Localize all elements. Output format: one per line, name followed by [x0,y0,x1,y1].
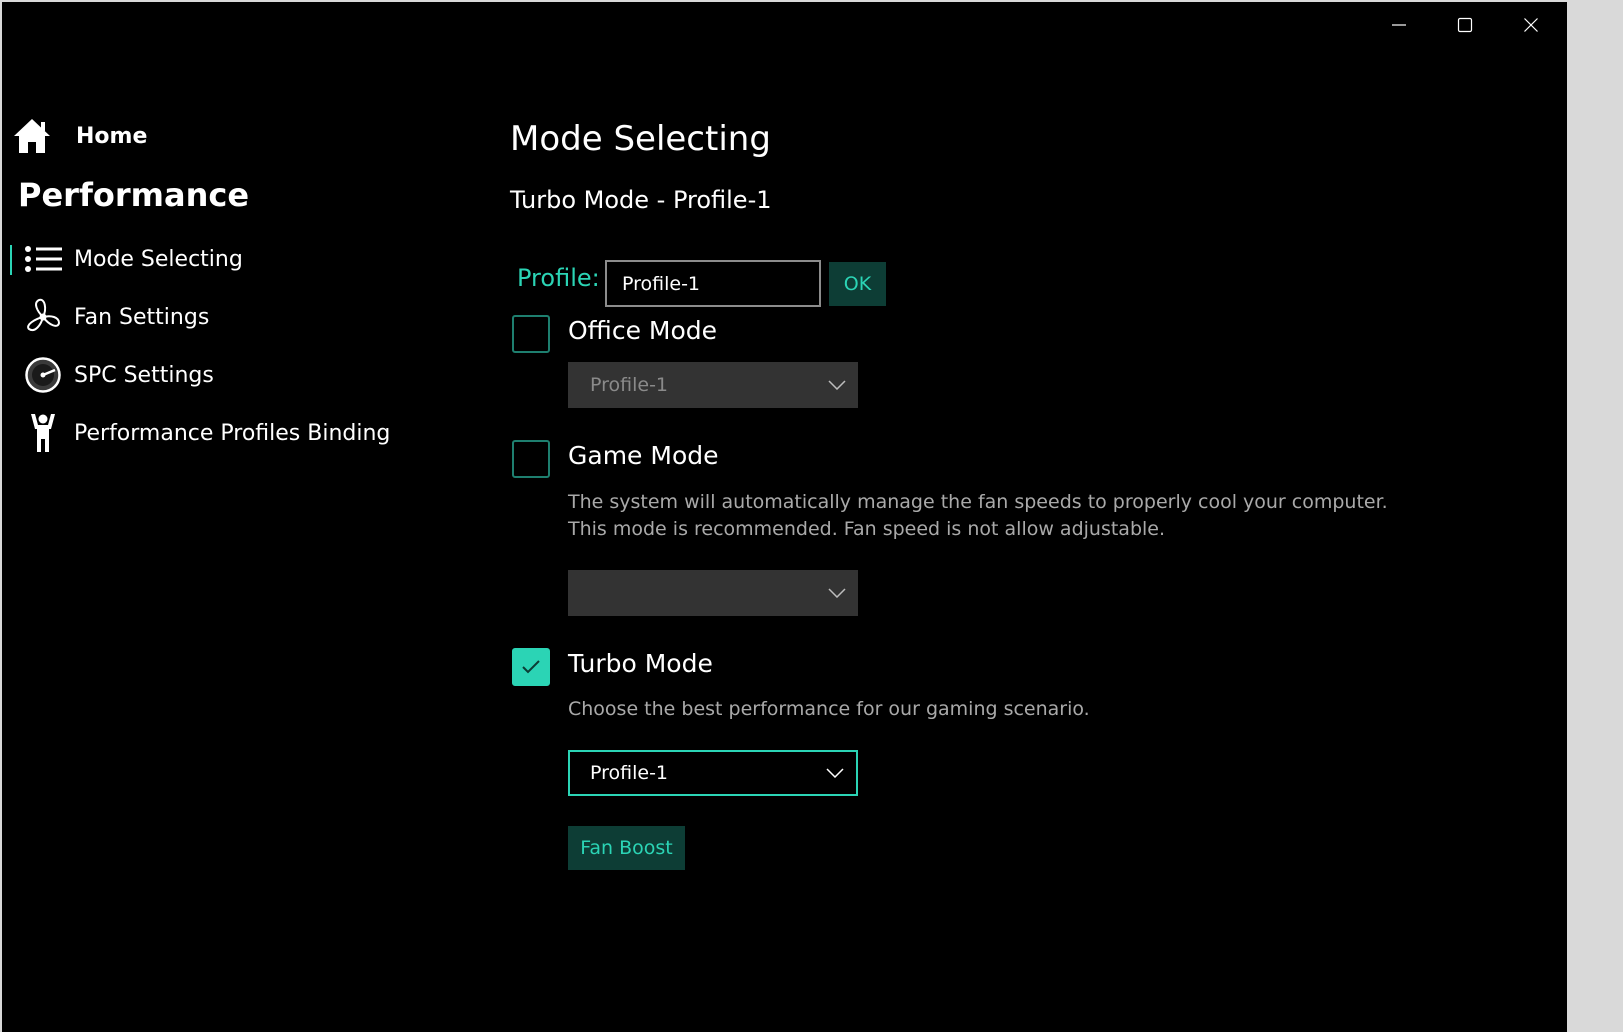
person-icon [31,414,55,452]
maximize-button[interactable] [1432,2,1498,48]
nav-home[interactable]: Home [12,116,147,156]
turbo-mode-profile-dropdown[interactable]: Profile-1 [568,750,858,796]
turbo-mode-checkbox[interactable] [512,648,550,686]
chevron-down-icon [828,588,846,598]
minimize-icon [1392,24,1406,26]
page-title: Mode Selecting [510,119,771,159]
current-mode-subtitle: Turbo Mode - Profile-1 [510,186,772,214]
home-label: Home [76,123,148,149]
home-icon [14,119,50,153]
minimize-button[interactable] [1366,2,1432,48]
profile-name-input[interactable] [605,260,821,307]
app-window: Home Performance Mode Selecting Fan Sett… [2,2,1567,1032]
game-mode-profile-dropdown[interactable] [568,570,858,616]
sidebar-item-performance-profiles-binding[interactable]: Performance Profiles Binding [10,411,430,455]
chevron-down-icon [826,768,844,778]
maximize-icon [1457,17,1473,33]
sidebar-item-label: SPC Settings [74,362,214,388]
fan-boost-button[interactable]: Fan Boost [568,826,685,870]
sidebar-item-mode-selecting[interactable]: Mode Selecting [10,237,430,281]
profile-label: Profile: [517,264,600,292]
checkmark-icon [522,660,540,674]
dropdown-value: Profile-1 [590,374,669,396]
sidebar-item-label: Mode Selecting [74,246,243,272]
close-icon [1524,18,1538,32]
gauge-icon [25,357,61,393]
ok-button[interactable]: OK [829,262,886,306]
game-mode-label: Game Mode [568,441,719,470]
sidebar-item-spc-settings[interactable]: SPC Settings [10,353,430,397]
list-icon [25,246,62,272]
game-mode-checkbox[interactable] [512,440,550,478]
sidebar-item-label: Fan Settings [74,304,210,330]
selection-indicator [10,245,12,275]
office-mode-profile-dropdown[interactable]: Profile-1 [568,362,858,408]
sidebar-item-fan-settings[interactable]: Fan Settings [10,295,430,339]
chevron-down-icon [828,380,846,390]
fan-icon [27,298,61,331]
section-title: Performance [18,176,250,214]
office-mode-label: Office Mode [568,316,718,345]
game-mode-description-line-2: This mode is recommended. Fan speed is n… [568,518,1166,540]
turbo-mode-label: Turbo Mode [568,649,713,678]
turbo-mode-description: Choose the best performance for our gami… [568,698,1090,720]
close-button[interactable] [1498,2,1564,48]
sidebar-item-label: Performance Profiles Binding [74,420,391,446]
office-mode-checkbox[interactable] [512,315,550,353]
dropdown-value: Profile-1 [590,762,669,784]
game-mode-description-line-1: The system will automatically manage the… [568,491,1388,513]
